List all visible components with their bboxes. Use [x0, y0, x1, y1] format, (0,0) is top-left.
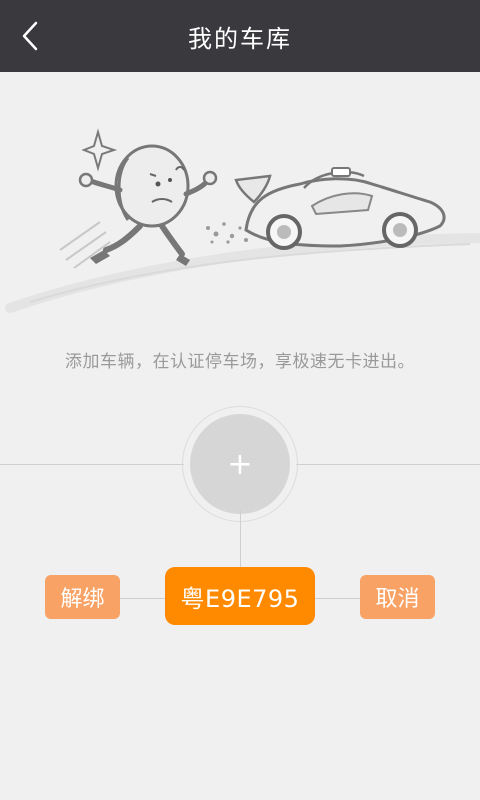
back-button[interactable] [10, 14, 50, 58]
add-vehicle-description: 添加车辆，在认证停车场，享极速无卡进出。 [65, 352, 415, 372]
chevron-left-icon [22, 21, 38, 51]
cancel-button[interactable]: 取消 [360, 575, 435, 619]
empty-garage-illustration [5, 128, 480, 313]
divider-left [0, 464, 184, 465]
title-bar: 我的车库 [0, 0, 480, 72]
plate-number-button[interactable]: 粤E9E795 [165, 567, 315, 625]
connector-left [120, 598, 166, 599]
connector-right [315, 598, 361, 599]
divider-right [296, 464, 480, 465]
connector-vertical [240, 510, 241, 568]
add-vehicle-button[interactable]: + [190, 414, 290, 514]
plus-icon: + [227, 446, 253, 482]
unbind-button[interactable]: 解绑 [45, 575, 120, 619]
page-title: 我的车库 [188, 24, 292, 53]
